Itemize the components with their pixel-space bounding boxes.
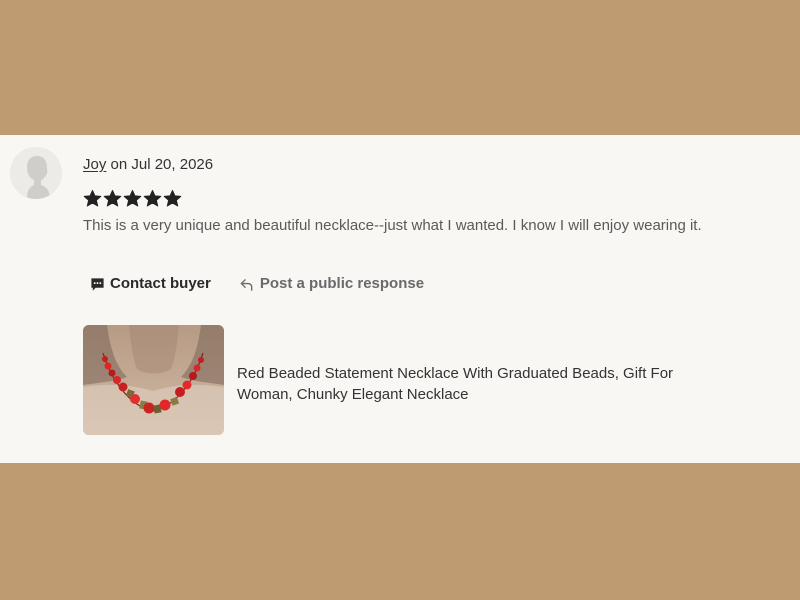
- star-icon: [163, 189, 182, 207]
- star-icon: [143, 189, 162, 207]
- default-user-avatar-icon: [10, 147, 62, 199]
- star-icon: [83, 189, 102, 207]
- review-date: on Jul 20, 2026: [106, 156, 214, 173]
- review-byline: Joy on Jul 20, 2026: [83, 156, 213, 174]
- listing-title-link[interactable]: Red Beaded Statement Necklace With Gradu…: [237, 363, 707, 405]
- post-public-response-label: Post a public response: [259, 275, 425, 292]
- star-rating: [83, 189, 182, 211]
- reviewer-name-link[interactable]: Joy: [83, 156, 106, 173]
- review-text: This is a very unique and beautiful neck…: [83, 217, 702, 234]
- listing-thumbnail[interactable]: [83, 325, 224, 435]
- reply-arrow-icon: [240, 278, 253, 291]
- necklace-product-photo: [83, 325, 224, 435]
- star-icon: [123, 189, 142, 207]
- contact-buyer-button[interactable]: Contact buyer: [90, 273, 211, 295]
- contact-buyer-label: Contact buyer: [110, 275, 211, 292]
- review-actions: Contact buyer Post a public response: [90, 273, 424, 295]
- chat-bubble-icon: [91, 277, 104, 291]
- star-icon: [103, 189, 122, 207]
- review-card: Joy on Jul 20, 2026 This is a very uniqu…: [0, 135, 800, 463]
- post-public-response-button[interactable]: Post a public response: [239, 273, 424, 295]
- reviewer-avatar[interactable]: [10, 147, 62, 199]
